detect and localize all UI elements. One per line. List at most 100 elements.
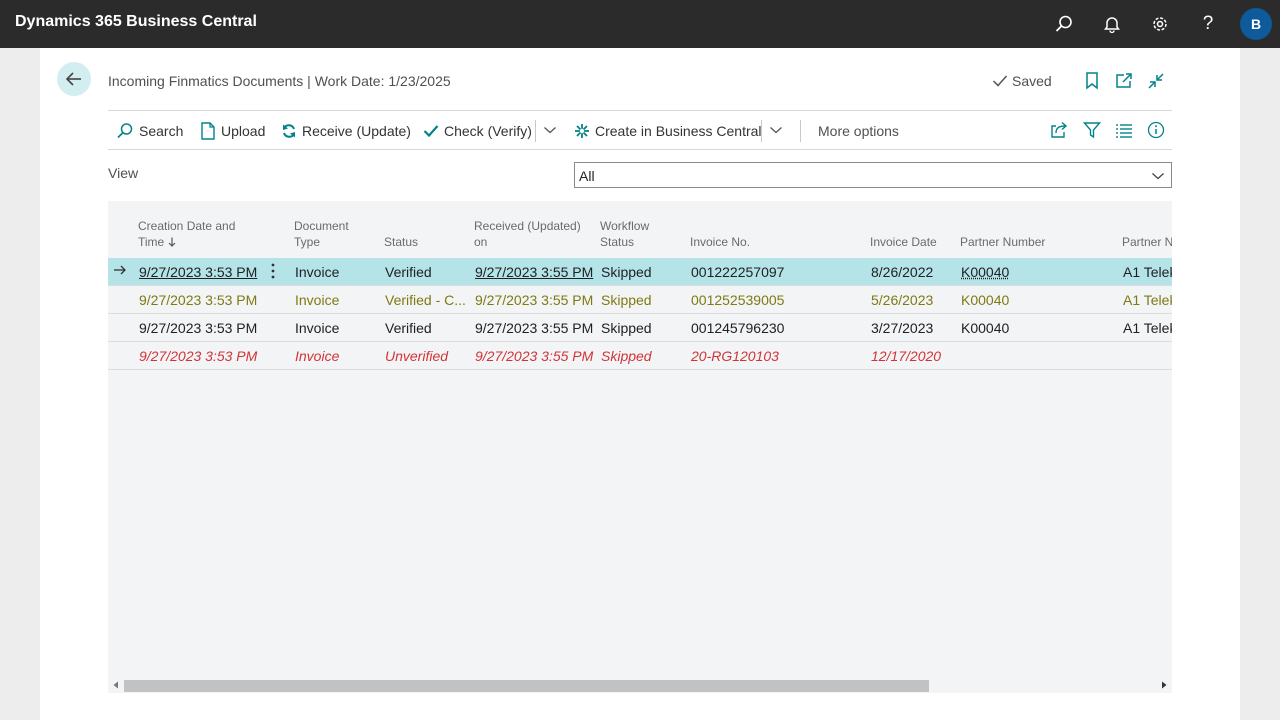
view-select-value: All bbox=[579, 168, 595, 184]
cell-invoice-no: 20-RG120103 bbox=[691, 348, 779, 364]
chevron-down-icon[interactable] bbox=[542, 122, 558, 138]
cell-partner-number: K00040 bbox=[961, 292, 1010, 308]
cell-received: 9/27/2023 3:55 PM bbox=[475, 292, 594, 308]
cell-document-type: Invoice bbox=[295, 264, 340, 280]
upload-label: Upload bbox=[221, 123, 266, 139]
toolbar-separator bbox=[761, 120, 762, 142]
bookmark-icon[interactable] bbox=[1082, 71, 1102, 91]
column-header-text: Status bbox=[600, 235, 635, 249]
cell-creation-date[interactable]: 9/27/2023 3:53 PM bbox=[139, 320, 257, 336]
column-header-invoice-date[interactable]: Invoice Date bbox=[870, 234, 937, 250]
cell-creation-date[interactable]: 9/27/2023 3:53 PM bbox=[139, 292, 257, 308]
view-select[interactable]: All bbox=[574, 162, 1172, 188]
check-verify-label: Check (Verify) bbox=[444, 123, 532, 139]
cell-invoice-no: 001245796230 bbox=[691, 320, 785, 336]
column-header-received[interactable]: Received (Updated) on bbox=[474, 218, 581, 250]
more-options-button[interactable]: More options bbox=[818, 120, 899, 142]
sort-down-icon bbox=[168, 237, 176, 247]
cell-received: 9/27/2023 3:55 PM bbox=[475, 348, 594, 364]
toolbar-divider bbox=[108, 149, 1172, 150]
help-icon[interactable]: ? bbox=[1196, 12, 1220, 36]
documents-grid: Creation Date and Time Document Type Sta… bbox=[108, 201, 1172, 693]
check-verify-button[interactable]: Check (Verify) bbox=[423, 120, 532, 142]
cell-creation-date[interactable]: 9/27/2023 3:53 PM bbox=[139, 348, 257, 364]
avatar[interactable]: B bbox=[1240, 8, 1272, 40]
filter-icon[interactable] bbox=[1082, 120, 1102, 140]
search-icon[interactable] bbox=[1052, 12, 1076, 36]
receive-update-label: Receive (Update) bbox=[302, 123, 411, 139]
checkmark-icon bbox=[992, 75, 1008, 87]
cell-invoice-no: 001222257097 bbox=[691, 264, 785, 280]
cell-invoice-no: 001252539005 bbox=[691, 292, 785, 308]
back-button[interactable] bbox=[57, 62, 91, 96]
cell-partner-number: K00040 bbox=[961, 320, 1010, 336]
cell-document-type: Invoice bbox=[295, 348, 340, 364]
gear-icon[interactable] bbox=[1148, 12, 1172, 36]
search-label: Search bbox=[139, 123, 184, 139]
column-header-text: Type bbox=[294, 235, 321, 249]
cell-received[interactable]: 9/27/2023 3:55 PM bbox=[475, 264, 593, 280]
cell-creation-date[interactable]: 9/27/2023 3:53 PM bbox=[139, 264, 257, 280]
column-header-text: Creation Date and bbox=[138, 219, 236, 233]
cell-status: Verified bbox=[385, 320, 432, 336]
table-row[interactable]: 9/27/2023 3:53 PM Invoice Verified - C..… bbox=[108, 286, 1172, 314]
column-header-text: Document bbox=[294, 219, 349, 233]
search-button[interactable]: Search bbox=[116, 120, 183, 142]
cell-document-type: Invoice bbox=[295, 292, 340, 308]
scroll-right-icon[interactable] bbox=[1158, 679, 1170, 691]
cell-invoice-date: 12/17/2020 bbox=[871, 348, 942, 364]
ellipsis-icon[interactable] bbox=[270, 262, 276, 283]
table-row[interactable]: 9/27/2023 3:53 PM Invoice Verified 9/27/… bbox=[108, 258, 1172, 286]
cell-status: Verified - C... bbox=[385, 292, 466, 308]
scroll-left-icon[interactable] bbox=[110, 679, 122, 691]
column-header-creation-date[interactable]: Creation Date and Time bbox=[138, 218, 235, 250]
saved-label: Saved bbox=[1012, 73, 1052, 89]
create-in-business-central-label: Create in Business Central bbox=[595, 123, 762, 139]
cell-partner-name: A1 Telek bbox=[1123, 320, 1172, 336]
collapse-icon[interactable] bbox=[1146, 71, 1166, 91]
cell-status: Unverified bbox=[385, 348, 449, 364]
column-header-invoice-no[interactable]: Invoice No. bbox=[690, 234, 750, 250]
open-new-window-icon[interactable] bbox=[1114, 71, 1134, 91]
cell-workflow-status: Skipped bbox=[601, 264, 652, 280]
column-header-status[interactable]: Status bbox=[384, 234, 418, 250]
chevron-down-icon[interactable] bbox=[768, 122, 784, 138]
cell-invoice-date: 5/26/2023 bbox=[871, 292, 934, 308]
cell-workflow-status: Skipped bbox=[601, 292, 652, 308]
info-icon[interactable] bbox=[1146, 120, 1166, 140]
app-title[interactable]: Dynamics 365 Business Central bbox=[15, 13, 257, 31]
toolbar-separator bbox=[800, 120, 801, 142]
column-header-text: Received (Updated) bbox=[474, 219, 581, 233]
chevron-down-icon bbox=[1151, 168, 1165, 184]
column-header-partner-number[interactable]: Partner Number bbox=[960, 234, 1045, 250]
cell-partner-number[interactable]: K00040 bbox=[961, 264, 1009, 280]
column-header-partner-name[interactable]: Partner N bbox=[1122, 234, 1172, 250]
horizontal-scrollbar[interactable] bbox=[108, 677, 1172, 693]
checkmark-icon bbox=[423, 125, 439, 138]
cell-partner-name: A1 Telek bbox=[1123, 264, 1172, 280]
toolbar-separator bbox=[535, 120, 536, 142]
header-divider bbox=[108, 110, 1172, 111]
share-icon[interactable] bbox=[1049, 120, 1069, 140]
cell-document-type: Invoice bbox=[295, 320, 340, 336]
column-header-workflow-status[interactable]: Workflow Status bbox=[600, 218, 649, 250]
upload-icon bbox=[201, 122, 215, 140]
refresh-icon bbox=[283, 124, 295, 138]
table-row[interactable]: 9/27/2023 3:53 PM Invoice Unverified 9/2… bbox=[108, 342, 1172, 370]
table-row[interactable]: 9/27/2023 3:53 PM Invoice Verified 9/27/… bbox=[108, 314, 1172, 342]
back-arrow-icon bbox=[65, 72, 81, 86]
upload-button[interactable]: Upload bbox=[200, 120, 265, 142]
bell-icon[interactable] bbox=[1100, 12, 1124, 36]
scrollbar-thumb[interactable] bbox=[124, 680, 929, 692]
column-header-document-type[interactable]: Document Type bbox=[294, 218, 349, 250]
column-header-text: Time bbox=[138, 235, 165, 249]
saved-status: Saved bbox=[992, 73, 1052, 89]
create-in-business-central-button[interactable]: Create in Business Central bbox=[574, 120, 762, 142]
row-arrow-icon bbox=[112, 263, 128, 280]
cell-invoice-date: 3/27/2023 bbox=[871, 320, 934, 336]
sparkle-icon bbox=[575, 124, 589, 138]
receive-update-button[interactable]: Receive (Update) bbox=[281, 120, 411, 142]
list-icon[interactable] bbox=[1114, 120, 1134, 140]
top-bar: Dynamics 365 Business Central ? B bbox=[0, 0, 1280, 48]
search-icon bbox=[117, 123, 133, 139]
